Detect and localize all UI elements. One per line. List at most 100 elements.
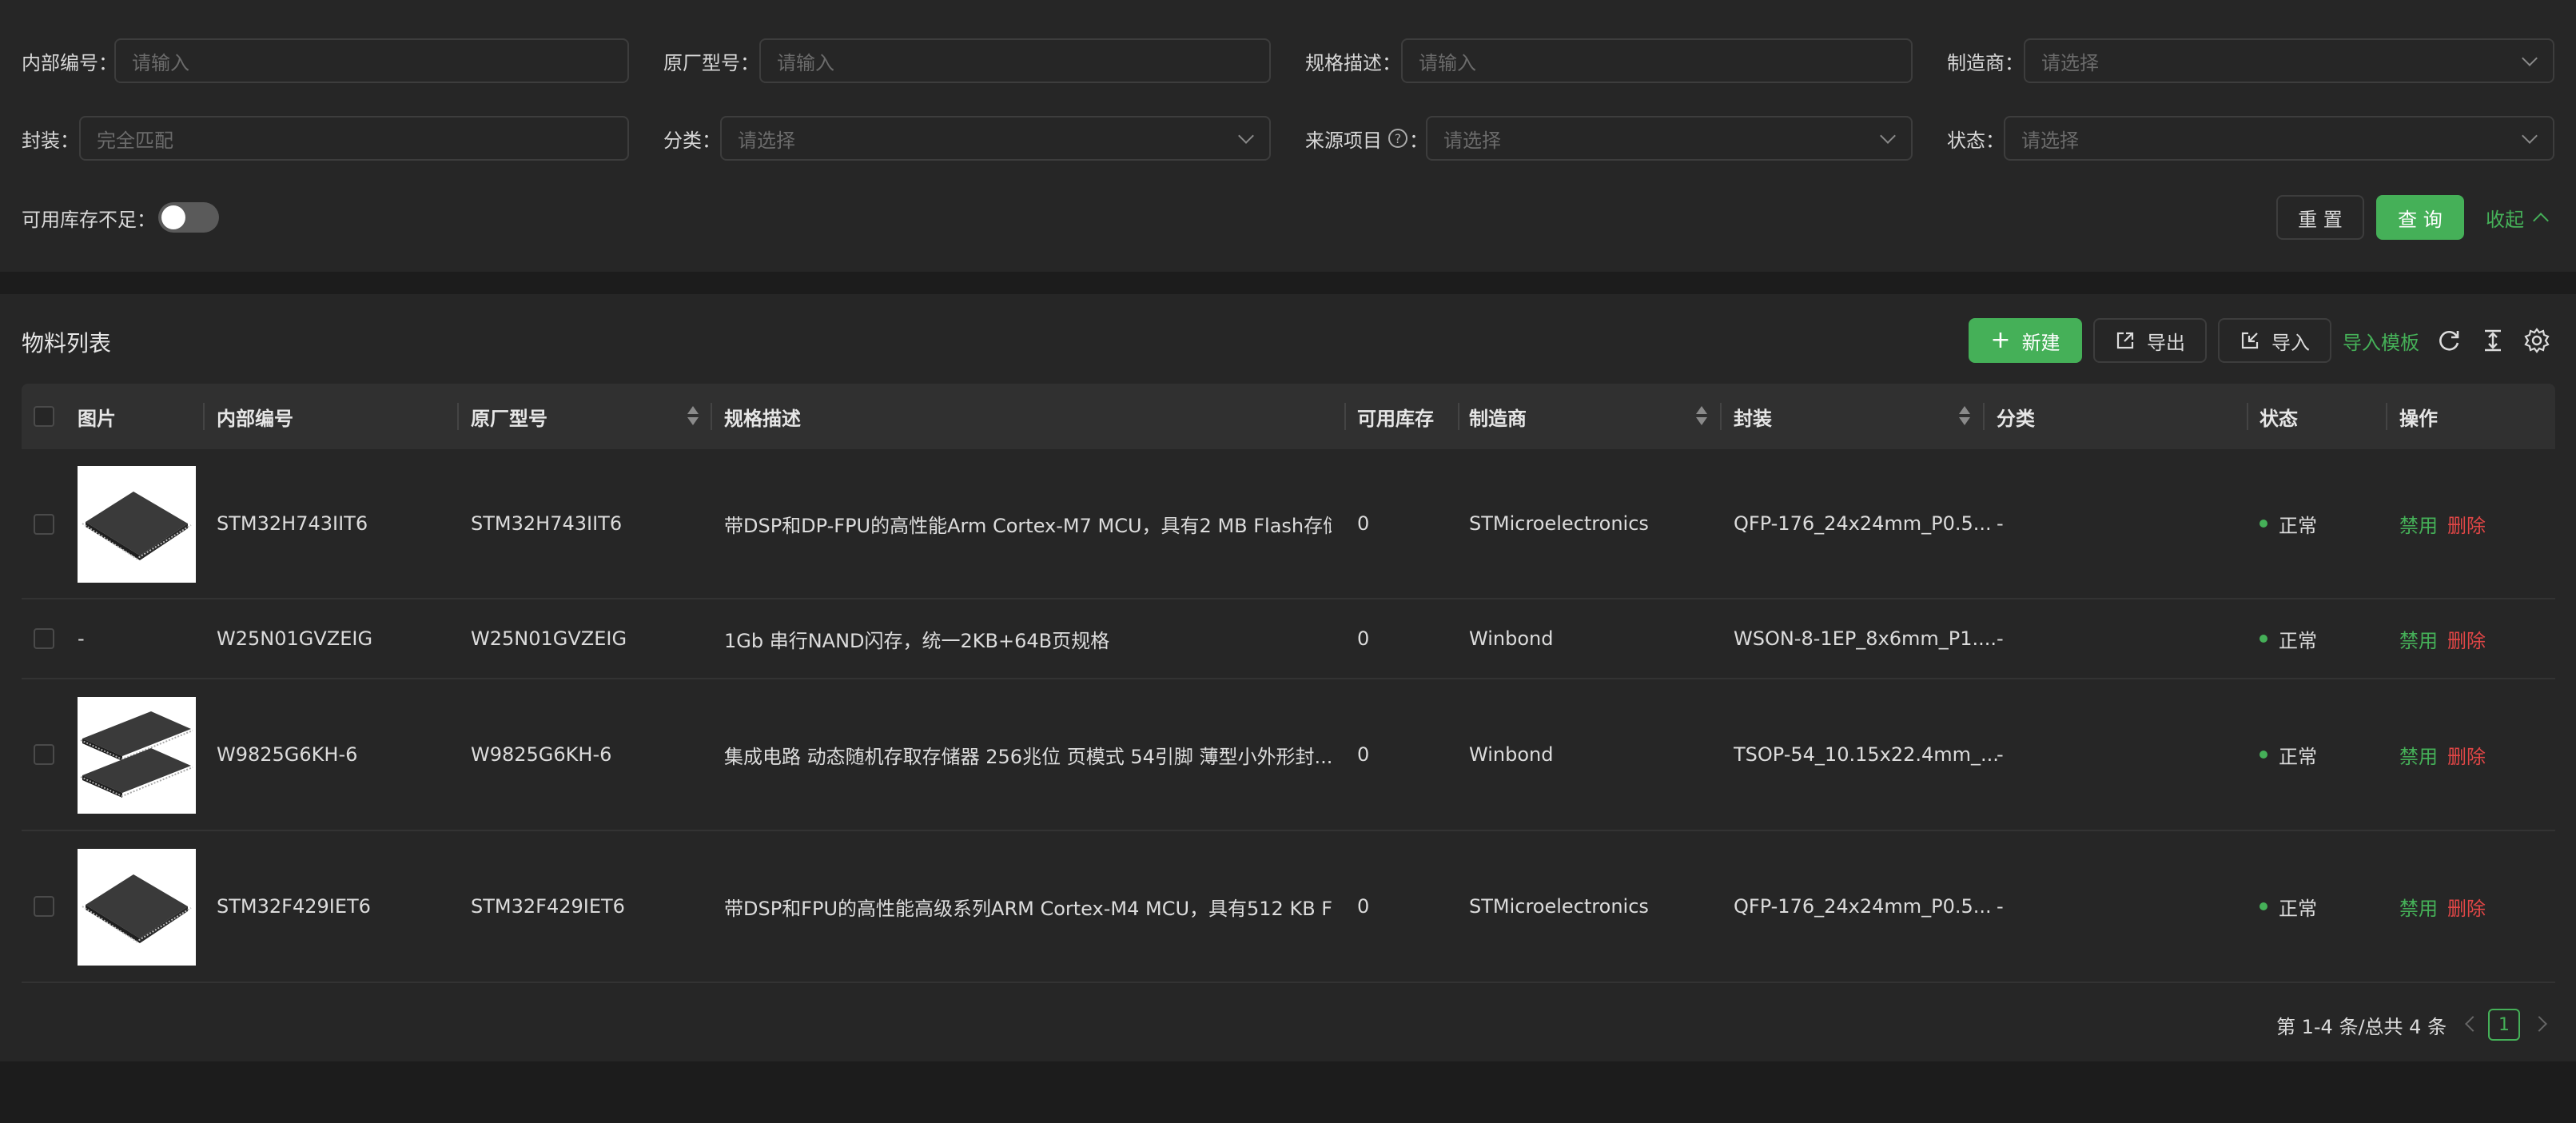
tsop-chip-icon	[80, 711, 193, 798]
delete-action[interactable]: 删除	[2447, 893, 2486, 921]
col-separator	[1983, 403, 1985, 430]
list-panel: 物料列表 + 新建 导出 导入 导入模板 图片 内部编号 原厂型号 规格描述 可…	[0, 294, 2576, 1061]
table-row: STM32H743IIT6 STM32H743IIT6 带DSP和DP-FPU的…	[22, 449, 2555, 599]
stock-cell: 0	[1357, 895, 1370, 918]
col-separator	[711, 403, 712, 430]
density-icon[interactable]	[2479, 327, 2506, 354]
stock-toggle-label: 可用库存不足：	[22, 208, 156, 231]
col-separator	[2386, 403, 2387, 430]
select-all-checkbox[interactable]	[34, 406, 54, 427]
status-cell: 正常	[2259, 679, 2317, 830]
filter-manufacturer-label: 制造商：	[1947, 51, 2024, 74]
row-checkbox[interactable]	[34, 628, 54, 649]
settings-icon[interactable]	[2523, 327, 2550, 354]
status-cell: 正常	[2259, 599, 2317, 678]
filter-panel: 内部编号： 请输入 原厂型号： 请输入 规格描述： 请输入 制造商： 请选择 封…	[0, 0, 2576, 272]
part-image[interactable]	[78, 697, 196, 814]
manufacturer-cell: Winbond	[1469, 627, 1554, 650]
qfp-chip-icon	[82, 492, 192, 560]
delete-action[interactable]: 删除	[2447, 741, 2486, 769]
col-actions: 操作	[2399, 407, 2438, 430]
plus-icon: +	[1990, 326, 2011, 354]
page-number-button[interactable]: 1	[2488, 1009, 2520, 1041]
manufacturer-select[interactable]: 请选择	[2024, 38, 2554, 83]
help-icon[interactable]: ?	[1388, 129, 1407, 148]
col-mfr-part[interactable]: 原厂型号	[471, 384, 547, 449]
col-package[interactable]: 封装	[1734, 384, 1772, 449]
disable-action[interactable]: 禁用	[2399, 741, 2438, 769]
new-button[interactable]: + 新建	[1969, 318, 2082, 363]
package-input[interactable]: 完全匹配	[79, 116, 629, 161]
category-cell: -	[1997, 627, 2004, 650]
import-template-link[interactable]: 导入模板	[2343, 326, 2419, 355]
mfr-part-cell: W25N01GVZEIG	[471, 627, 627, 650]
col-separator	[203, 403, 205, 430]
filter-row-1: 内部编号： 请输入 原厂型号： 请输入 规格描述： 请输入 制造商： 请选择	[0, 38, 2576, 83]
chevron-down-icon	[1880, 128, 1896, 144]
row-checkbox[interactable]	[34, 744, 54, 765]
status-dot-icon	[2259, 751, 2267, 759]
status-text: 正常	[2279, 897, 2317, 920]
refresh-icon[interactable]	[2435, 327, 2463, 354]
desc-cell: 集成电路 动态随机存取存储器 256兆位 页模式 54引脚 薄型小外形封...	[724, 745, 1332, 768]
part-image[interactable]	[78, 849, 196, 966]
filter-source-project-label: 来源项目 ? ：	[1305, 129, 1428, 152]
internal-no-input[interactable]: 请输入	[114, 38, 629, 83]
package-link[interactable]: QFP-176_24x24mm_P0.5...	[1734, 831, 1992, 982]
table-row: - W25N01GVZEIG W25N01GVZEIG 1Gb 串行NAND闪存…	[22, 599, 2555, 679]
status-dot-icon	[2259, 520, 2267, 528]
part-image[interactable]	[78, 466, 196, 583]
chevron-right-icon[interactable]	[2531, 1016, 2547, 1032]
filter-row-2: 封装： 完全匹配 分类： 请选择 来源项目 ? ： 请选择 状态： 请选择	[0, 116, 2576, 161]
mfr-part-input[interactable]: 请输入	[759, 38, 1271, 83]
col-status: 状态	[2259, 407, 2298, 430]
internal-no-link[interactable]: STM32H743IIT6	[217, 449, 368, 598]
package-link[interactable]: TSOP-54_10.15x22.4mm_...	[1734, 679, 1999, 830]
row-checkbox[interactable]	[34, 896, 54, 917]
row-checkbox[interactable]	[34, 514, 54, 535]
col-stock: 可用库存	[1357, 407, 1434, 430]
list-title: 物料列表	[22, 330, 112, 356]
package-link[interactable]: WSON-8-1EP_8x6mm_P1....	[1734, 599, 1997, 678]
category-cell: -	[1997, 512, 2004, 535]
image-cell-empty: -	[78, 627, 85, 650]
disable-action[interactable]: 禁用	[2399, 625, 2438, 653]
status-select[interactable]: 请选择	[2004, 116, 2554, 161]
export-button[interactable]: 导出	[2093, 318, 2207, 363]
reset-button[interactable]: 重 置	[2276, 195, 2364, 240]
mfr-part-cell: W9825G6KH-6	[471, 743, 612, 766]
sort-package-icon[interactable]	[1959, 404, 1970, 428]
col-category: 分类	[1997, 407, 2035, 430]
import-button[interactable]: 导入	[2218, 318, 2331, 363]
col-manufacturer[interactable]: 制造商	[1469, 384, 1527, 449]
actions-cell: 禁用 删除	[2399, 599, 2486, 678]
category-cell: -	[1997, 895, 2004, 918]
stock-cell: 0	[1357, 743, 1370, 766]
stock-cell: 0	[1357, 512, 1370, 535]
col-internal-no: 内部编号	[217, 407, 293, 430]
status-cell: 正常	[2259, 831, 2317, 982]
disable-action[interactable]: 禁用	[2399, 510, 2438, 538]
manufacturer-cell: STMicroelectronics	[1469, 895, 1649, 918]
filter-internal-no-label: 内部编号：	[22, 51, 117, 74]
delete-action[interactable]: 删除	[2447, 625, 2486, 653]
disable-action[interactable]: 禁用	[2399, 893, 2438, 921]
package-link[interactable]: QFP-176_24x24mm_P0.5...	[1734, 449, 1992, 598]
internal-no-link[interactable]: STM32F429IET6	[217, 831, 371, 982]
internal-no-link[interactable]: W9825G6KH-6	[217, 679, 357, 830]
internal-no-link[interactable]: W25N01GVZEIG	[217, 599, 372, 678]
col-desc: 规格描述	[724, 407, 801, 430]
sort-mfr-part-icon[interactable]	[687, 404, 699, 428]
collapse-link[interactable]: 收起	[2486, 203, 2549, 232]
stock-shortage-toggle[interactable]	[158, 202, 219, 233]
chevron-left-icon[interactable]	[2465, 1016, 2481, 1032]
query-button[interactable]: 查 询	[2376, 195, 2464, 240]
desc-input[interactable]: 请输入	[1401, 38, 1913, 83]
sort-manufacturer-icon[interactable]	[1696, 404, 1707, 428]
source-project-select[interactable]: 请选择	[1426, 116, 1913, 161]
filter-category-label: 分类：	[663, 129, 721, 152]
category-select[interactable]: 请选择	[720, 116, 1271, 161]
delete-action[interactable]: 删除	[2447, 510, 2486, 538]
col-image: 图片	[78, 407, 116, 430]
actions-cell: 禁用 删除	[2399, 679, 2486, 830]
